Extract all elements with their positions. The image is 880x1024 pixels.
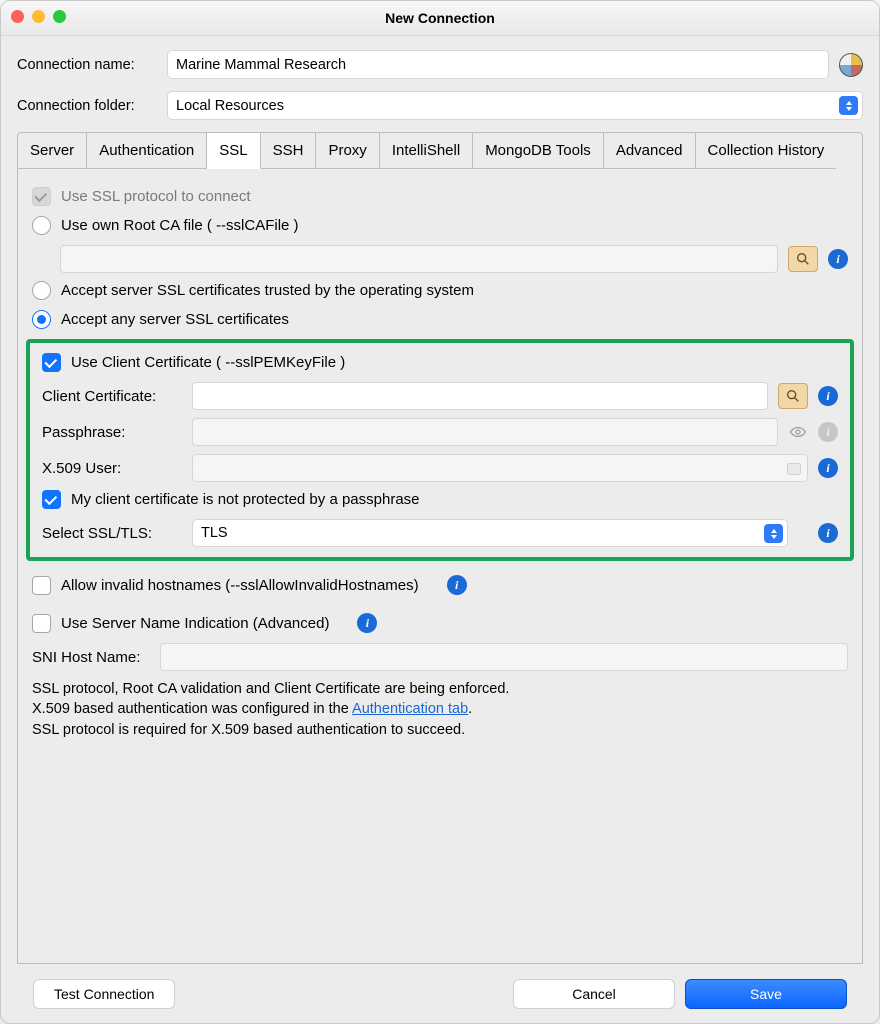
root-ca-radio[interactable] xyxy=(32,216,51,235)
passphrase-label: Passphrase: xyxy=(42,424,182,441)
allow-invalid-info-icon[interactable]: i xyxy=(447,575,467,595)
ssl-tab-panel: Use SSL protocol to connect Use own Root… xyxy=(17,169,863,964)
use-client-cert-label: Use Client Certificate ( --sslPEMKeyFile… xyxy=(71,354,345,371)
connection-folder-value: Local Resources xyxy=(176,98,284,114)
connection-folder-select[interactable]: Local Resources xyxy=(167,91,863,120)
show-password-icon[interactable] xyxy=(788,422,808,442)
tab-server[interactable]: Server xyxy=(18,133,87,169)
client-certificate-section: Use Client Certificate ( --sslPEMKeyFile… xyxy=(26,339,854,561)
cancel-button[interactable]: Cancel xyxy=(513,979,675,1009)
tab-authentication[interactable]: Authentication xyxy=(87,133,207,169)
root-ca-file-input[interactable] xyxy=(60,245,778,273)
dialog-window: New Connection Connection name: Marine M… xyxy=(0,0,880,1024)
client-cert-info-icon[interactable]: i xyxy=(818,386,838,406)
client-cert-file-label: Client Certificate: xyxy=(42,388,182,405)
connection-name-value: Marine Mammal Research xyxy=(176,57,346,73)
tab-collection-history[interactable]: Collection History xyxy=(696,133,837,169)
titlebar: New Connection xyxy=(1,1,879,36)
accept-any-radio[interactable] xyxy=(32,310,51,329)
allow-invalid-hostnames-checkbox[interactable] xyxy=(32,576,51,595)
passphrase-input[interactable] xyxy=(192,418,778,446)
use-sni-label: Use Server Name Indication (Advanced) xyxy=(61,615,329,632)
tab-bar: Server Authentication SSL SSH Proxy Inte… xyxy=(17,132,863,169)
connection-folder-label: Connection folder: xyxy=(17,98,157,114)
close-window-icon[interactable] xyxy=(11,10,24,23)
x509-info-icon[interactable]: i xyxy=(818,458,838,478)
connection-name-input[interactable]: Marine Mammal Research xyxy=(167,50,829,79)
sni-host-input[interactable] xyxy=(160,643,848,671)
select-tls-label: Select SSL/TLS: xyxy=(42,525,182,542)
window-title: New Connection xyxy=(385,10,495,26)
save-button[interactable]: Save xyxy=(685,979,847,1009)
window-controls xyxy=(11,10,66,23)
no-passphrase-label: My client certificate is not protected b… xyxy=(71,491,420,508)
content-area: Connection name: Marine Mammal Research … xyxy=(1,36,879,1023)
color-picker-icon[interactable] xyxy=(839,53,863,77)
browse-root-ca-button[interactable] xyxy=(788,246,818,272)
accept-any-label: Accept any server SSL certificates xyxy=(61,311,289,328)
minimize-window-icon[interactable] xyxy=(32,10,45,23)
root-ca-label: Use own Root CA file ( --sslCAFile ) xyxy=(61,217,299,234)
tab-advanced[interactable]: Advanced xyxy=(604,133,696,169)
accept-os-radio[interactable] xyxy=(32,281,51,300)
ssl-help-line-2: X.509 based authentication was configure… xyxy=(32,699,848,719)
tab-ssl[interactable]: SSL xyxy=(207,133,260,169)
dialog-footer: Test Connection Cancel Save xyxy=(17,964,863,1023)
browse-client-cert-button[interactable] xyxy=(778,383,808,409)
use-ssl-label: Use SSL protocol to connect xyxy=(61,188,251,205)
accept-os-label: Accept server SSL certificates trusted b… xyxy=(61,282,474,299)
test-connection-button[interactable]: Test Connection xyxy=(33,979,175,1009)
tab-intellishell[interactable]: IntelliShell xyxy=(380,133,473,169)
tab-ssh[interactable]: SSH xyxy=(261,133,317,169)
authentication-tab-link[interactable]: Authentication tab xyxy=(352,701,468,717)
x509-user-label: X.509 User: xyxy=(42,460,182,477)
tab-mongodb-tools[interactable]: MongoDB Tools xyxy=(473,133,604,169)
select-tls-select[interactable]: TLS xyxy=(192,519,788,547)
magnifier-icon xyxy=(795,251,811,267)
no-passphrase-checkbox[interactable] xyxy=(42,490,61,509)
use-client-cert-checkbox[interactable] xyxy=(42,353,61,372)
magnifier-icon xyxy=(785,388,801,404)
passphrase-info-icon: i xyxy=(818,422,838,442)
ssl-help-text: SSL protocol, Root CA validation and Cli… xyxy=(32,679,848,740)
root-ca-info-icon[interactable]: i xyxy=(828,249,848,269)
use-sni-checkbox[interactable] xyxy=(32,614,51,633)
ssl-help-line-1: SSL protocol, Root CA validation and Cli… xyxy=(32,679,848,699)
use-ssl-checkbox xyxy=(32,187,51,206)
chevron-up-down-icon xyxy=(764,524,783,543)
allow-invalid-hostnames-label: Allow invalid hostnames (--sslAllowInval… xyxy=(61,577,419,594)
sni-info-icon[interactable]: i xyxy=(357,613,377,633)
client-cert-file-input[interactable] xyxy=(192,382,768,410)
select-tls-value: TLS xyxy=(201,525,228,541)
connection-name-label: Connection name: xyxy=(17,57,157,73)
ssl-help-line-3: SSL protocol is required for X.509 based… xyxy=(32,720,848,740)
select-tls-info-icon[interactable]: i xyxy=(818,523,838,543)
maximize-window-icon[interactable] xyxy=(53,10,66,23)
sni-host-label: SNI Host Name: xyxy=(32,649,150,666)
x509-user-select[interactable] xyxy=(192,454,808,482)
tab-proxy[interactable]: Proxy xyxy=(316,133,379,169)
chevron-up-down-icon xyxy=(839,96,858,115)
